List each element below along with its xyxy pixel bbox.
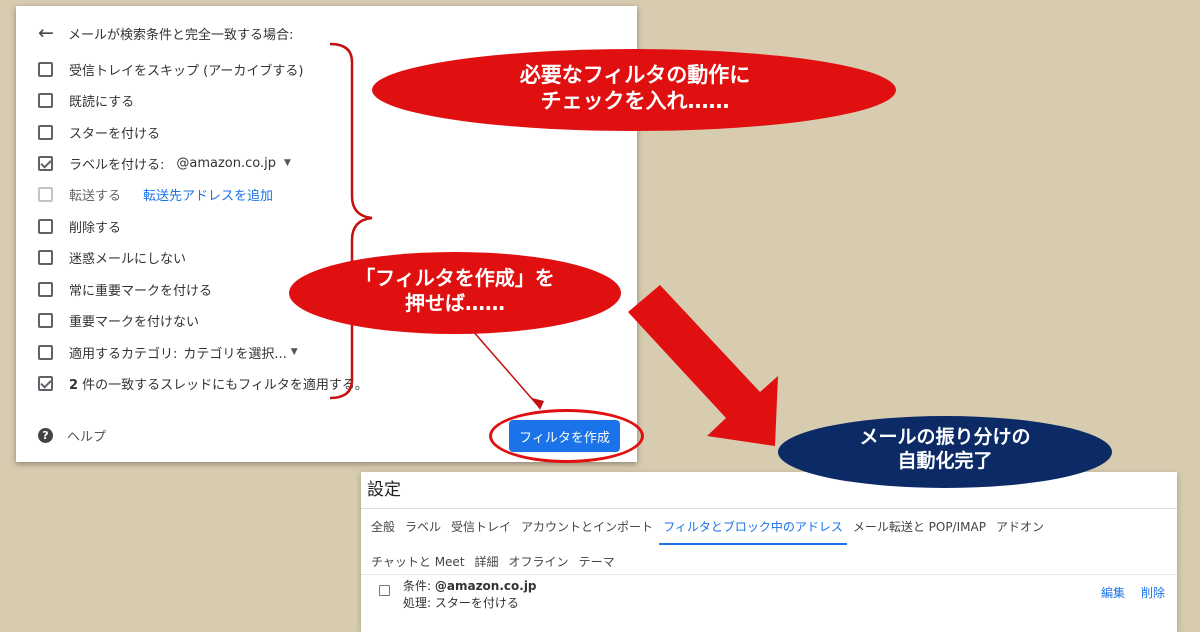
action-value: スターを付ける [434,596,519,610]
tab-labels[interactable]: ラベル [405,518,441,545]
help-circle-icon: ? [38,428,53,443]
option-forward: 転送する 転送先アドレスを追加 [38,183,273,205]
tab-inbox[interactable]: 受信トレイ [451,518,511,545]
option-delete[interactable]: 削除する [38,215,121,237]
condition-label: 条件: [403,579,432,593]
checkbox-delete[interactable] [38,218,53,234]
option-label: 常に重要マークを付ける [69,283,213,299]
match-count: 2 [69,377,79,393]
checkbox-category[interactable] [38,344,53,360]
settings-tabs-row-1: 全般 ラベル 受信トレイ アカウントとインポート フィルタとブロック中のアドレス… [371,518,1054,545]
checkbox-never-important[interactable] [38,312,53,328]
dialog-header: ← メールが検索条件と完全一致する場合: [38,22,293,44]
condition-value: @amazon.co.jp [434,579,537,593]
option-always-important[interactable]: 常に重要マークを付ける [38,278,212,300]
checkbox-never-spam[interactable] [38,249,53,265]
checkbox-star[interactable] [38,124,53,140]
bubble-line: 自動化完了 [897,449,993,472]
bubble-line: 「フィルタを作成」を [355,266,555,290]
filter-checkbox[interactable] [379,585,390,596]
bubble-press-create-text: 「フィルタを作成」を 押せば…… [300,266,610,316]
option-label: 削除する [69,220,122,236]
option-label: 2 件の一致するスレッドにもフィルタを適用する。 [69,374,368,393]
checkbox-apply-existing[interactable] [38,375,53,391]
option-never-important[interactable]: 重要マークを付けない [38,309,199,331]
bubble-complete-text: メールの振り分けの 自動化完了 [795,426,1095,474]
tab-forwarding[interactable]: メール転送と POP/IMAP [853,518,986,545]
arrow-left-icon[interactable]: ← [38,22,68,44]
dropdown-arrow-icon[interactable]: ▼ [284,158,291,168]
bubble-line: 必要なフィルタの動作に [519,63,751,87]
category-dropdown[interactable]: カテゴリを選択... [183,343,286,362]
dropdown-arrow-icon[interactable]: ▼ [291,347,298,357]
tab-filters[interactable]: フィルタとブロック中のアドレス [659,518,847,545]
checkbox-apply-label[interactable] [38,155,53,171]
option-label: 適用するカテゴリ: [69,346,178,362]
highlight-ring [489,409,644,463]
help-label: ヘルプ [67,430,107,445]
filter-action-text: 処理: スターを付ける [403,594,519,611]
option-mark-read[interactable]: 既読にする [38,89,134,111]
filter-list-item: 条件: @amazon.co.jp 処理: スターを付ける 編集 削除 [361,574,1177,615]
option-label: スターを付ける [69,126,161,142]
checkbox-skip-inbox[interactable] [38,61,53,77]
bubble-line: 押せば…… [405,291,505,315]
option-apply-existing[interactable]: 2 件の一致するスレッドにもフィルタを適用する。 [38,372,368,394]
option-skip-inbox[interactable]: 受信トレイをスキップ (アーカイブする) [38,58,304,80]
checkbox-mark-read[interactable] [38,92,53,108]
filter-condition: 条件: @amazon.co.jp [403,577,537,594]
checkbox-forward [38,186,53,202]
option-label: ラベルを付ける: [69,157,165,173]
bubble-line: チェックを入れ…… [540,89,730,114]
option-category[interactable]: 適用するカテゴリ: カテゴリを選択... ▼ [38,341,298,363]
option-apply-label[interactable]: ラベルを付ける: @amazon.co.jp ▼ [38,152,291,174]
apply-existing-text: 件の一致するスレッドにもフィルタを適用する。 [78,377,368,393]
add-forward-address-link[interactable]: 転送先アドレスを追加 [143,185,273,204]
option-label: 受信トレイをスキップ (アーカイブする) [69,63,304,79]
bubble-line: メールの振り分けの [859,426,1031,448]
option-never-spam[interactable]: 迷惑メールにしない [38,246,186,268]
label-dropdown[interactable]: @amazon.co.jp [176,156,276,171]
option-star[interactable]: スターを付ける [38,121,160,143]
help-link[interactable]: ? ヘルプ [38,426,106,445]
tab-accounts[interactable]: アカウントとインポート [521,518,653,545]
delete-filter-link[interactable]: 削除 [1141,584,1165,601]
bubble-check-actions-text: 必要なフィルタの動作に チェックを入れ…… [430,62,840,115]
checkbox-always-important[interactable] [38,281,53,297]
big-red-arrow [628,285,778,446]
option-label: 迷惑メールにしない [69,251,187,267]
settings-title: 設定 [367,480,401,500]
dialog-title: メールが検索条件と完全一致する場合: [68,27,294,43]
option-label: 既読にする [69,94,135,110]
settings-panel: 設定 全般 ラベル 受信トレイ アカウントとインポート フィルタとブロック中のア… [361,472,1177,632]
edit-filter-link[interactable]: 編集 [1101,584,1125,601]
tab-addons[interactable]: アドオン [996,518,1044,545]
action-label: 処理: [403,596,432,610]
option-label: 重要マークを付けない [69,314,200,330]
tab-general[interactable]: 全般 [371,518,395,545]
option-label: 転送する [69,188,122,204]
divider [361,508,1177,509]
